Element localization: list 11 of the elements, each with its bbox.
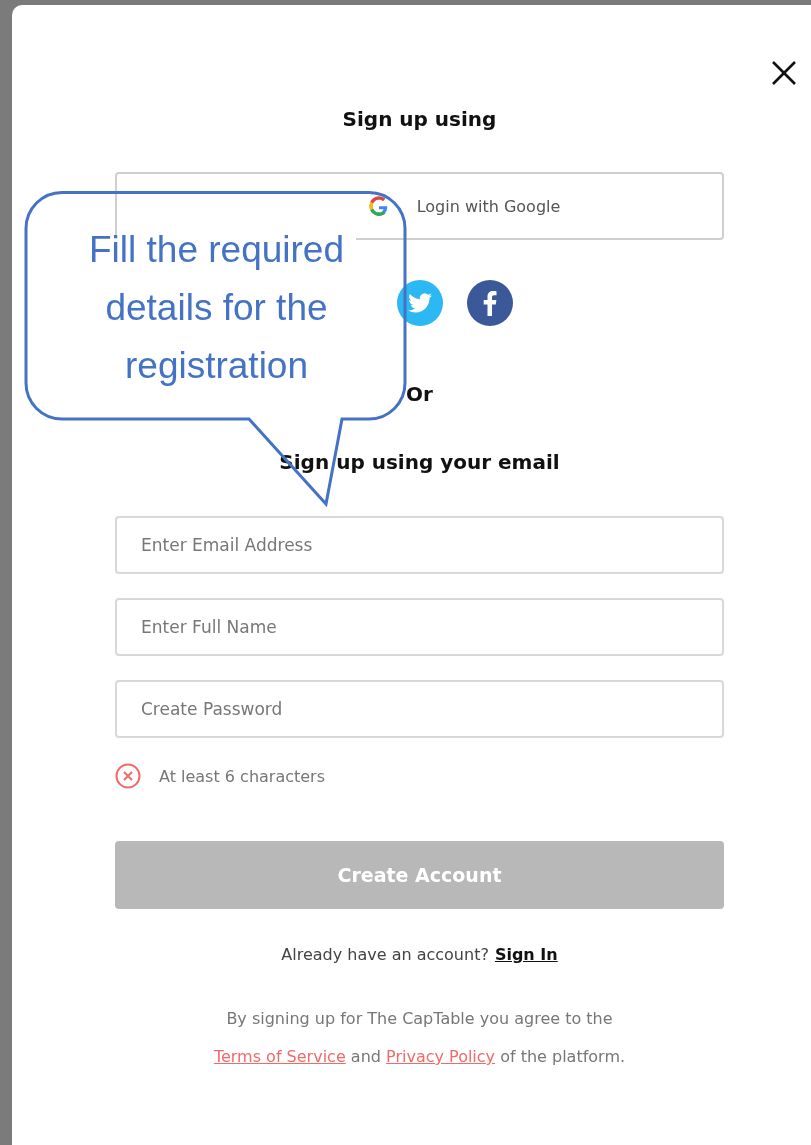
input-field[interactable]: Enter Email Address [115, 516, 724, 574]
legal-text: By signing up for The CapTable you agree to the Terms of Service and Privacy Policy of the platform. [213, 1008, 626, 1068]
privacy-link[interactable]: Privacy Policy [386, 1047, 496, 1066]
password-requirement: At least 6 characters [159, 766, 326, 786]
signin-prompt: Already have an account? [281, 944, 489, 966]
input-field[interactable]: Create Password [115, 680, 724, 738]
dialog-title: Sign up using [342, 107, 497, 131]
input-field[interactable]: Enter Full Name [115, 598, 724, 656]
terms-link[interactable]: Terms of Service [213, 1047, 346, 1066]
separator-text: Or [406, 382, 433, 406]
sign-in-link[interactable]: Sign In [494, 943, 558, 967]
